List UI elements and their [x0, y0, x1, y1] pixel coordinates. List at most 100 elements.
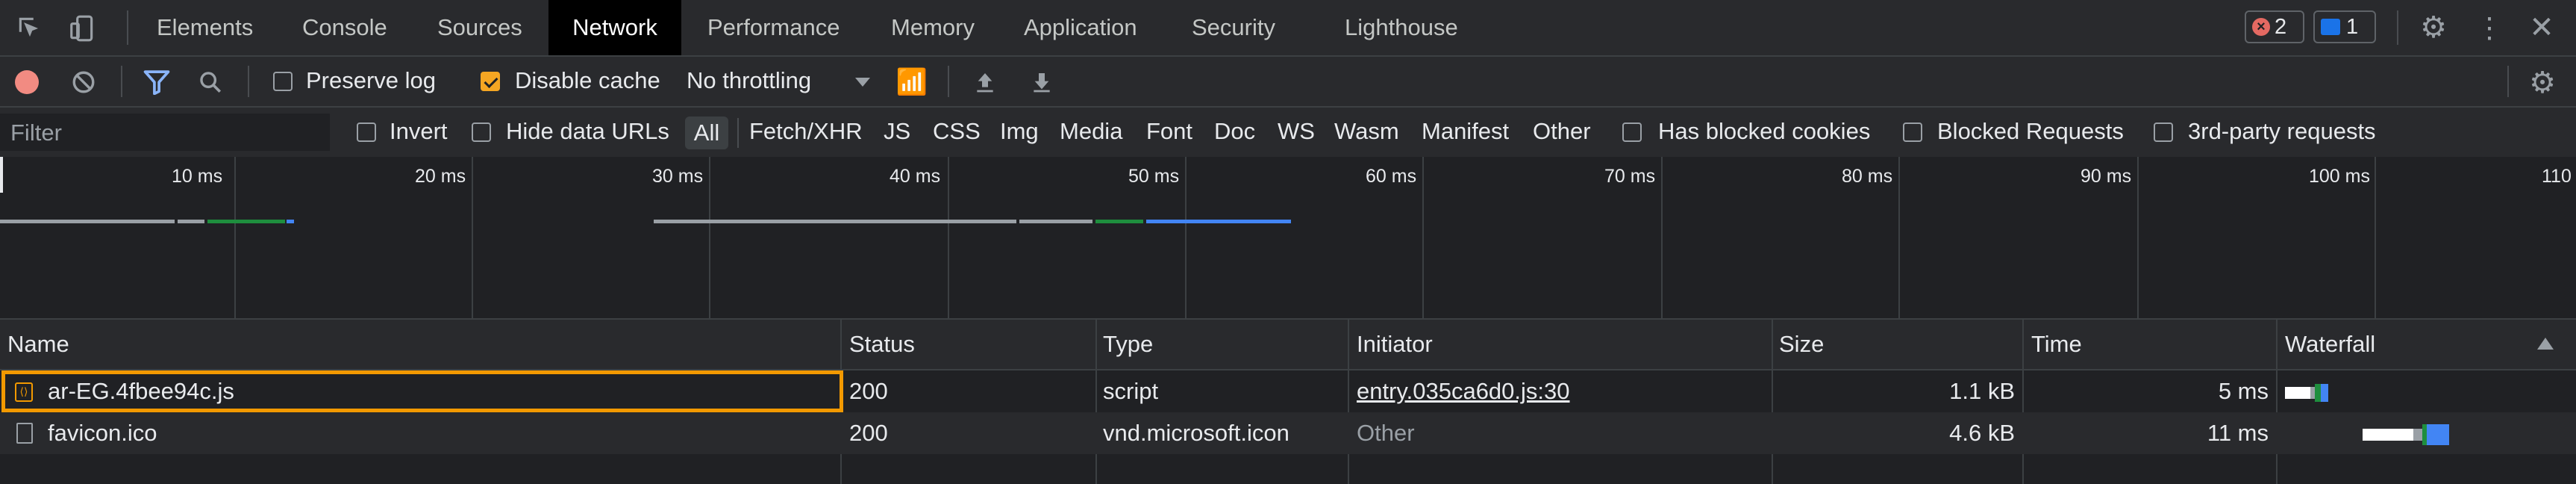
tab-performance[interactable]: Performance: [707, 0, 840, 55]
request-initiator: Other: [1357, 420, 1415, 446]
import-har-icon[interactable]: [970, 67, 1000, 97]
filter-bar: Filter Invert Hide data URLs All Fetch/X…: [0, 108, 2576, 157]
tab-console[interactable]: Console: [302, 0, 387, 55]
request-initiator-link[interactable]: entry.035ca6d0.js:30: [1357, 370, 1570, 412]
disable-cache-label: Disable cache: [515, 67, 660, 93]
has-blocked-cookies-checkbox[interactable]: [1622, 122, 1642, 142]
inspect-element-icon[interactable]: [13, 12, 46, 45]
waterfall-bar: [2321, 384, 2328, 402]
request-size: 4.6 kB: [1949, 420, 2015, 446]
preserve-log-checkbox[interactable]: [273, 72, 293, 91]
column-time[interactable]: Time: [2031, 320, 2082, 369]
overview-bar: [1146, 220, 1291, 223]
more-options-icon[interactable]: ⋮: [2475, 10, 2504, 45]
blocked-requests-label: Blocked Requests: [1937, 118, 2124, 144]
third-party-requests-checkbox[interactable]: [2154, 122, 2173, 142]
overview-tick: 100 ms: [2309, 166, 2370, 187]
devtools-tab-bar: Elements Console Sources Network Perform…: [0, 0, 2576, 55]
disable-cache-checkbox[interactable]: [481, 72, 500, 91]
preserve-log-label: Preserve log: [306, 67, 437, 93]
message-icon: [2321, 19, 2340, 35]
column-waterfall[interactable]: Waterfall: [2285, 320, 2375, 369]
column-status[interactable]: Status: [849, 320, 915, 369]
tab-lighthouse[interactable]: Lighthouse: [1345, 0, 1458, 55]
waterfall-bar: [2315, 384, 2321, 402]
hide-data-urls-checkbox[interactable]: [472, 122, 491, 142]
overview-bar: [0, 220, 175, 223]
overview-tick: 50 ms: [1128, 166, 1180, 187]
overview-bar: [1095, 220, 1143, 223]
request-size: 1.1 kB: [1949, 378, 2015, 404]
column-type[interactable]: Type: [1103, 320, 1153, 369]
overview-tick: 30 ms: [652, 166, 704, 187]
type-filter-media[interactable]: Media: [1060, 118, 1122, 145]
device-toolbar-icon[interactable]: [66, 12, 99, 45]
type-filter-fetch-xhr[interactable]: Fetch/XHR: [749, 118, 863, 145]
request-status: 200: [849, 420, 888, 446]
filter-icon[interactable]: [140, 67, 173, 97]
waterfall-bar: [2285, 387, 2310, 399]
overview-tick: 70 ms: [1604, 166, 1656, 187]
network-toolbar: Preserve log Disable cache No throttling…: [0, 57, 2576, 106]
request-type: script: [1103, 378, 1159, 404]
throttling-select[interactable]: No throttling: [687, 67, 811, 94]
export-har-icon[interactable]: [1027, 67, 1057, 97]
overview-bar: [178, 220, 204, 223]
sort-ascending-icon[interactable]: [2537, 338, 2554, 350]
column-initiator[interactable]: Initiator: [1357, 320, 1433, 369]
invert-checkbox[interactable]: [357, 122, 376, 142]
table-row[interactable]: ⟨⟩ ar-EG.4fbee94c.js 200 script entry.03…: [0, 370, 2576, 412]
tab-memory[interactable]: Memory: [891, 0, 975, 55]
network-settings-gear-icon[interactable]: ⚙: [2525, 66, 2560, 100]
message-count-badge[interactable]: 1: [2313, 10, 2376, 43]
overview-bar: [287, 220, 294, 223]
tab-security[interactable]: Security: [1192, 0, 1275, 55]
close-devtools-icon[interactable]: ✕: [2527, 10, 2557, 45]
tab-elements[interactable]: Elements: [157, 0, 253, 55]
type-filter-wasm[interactable]: Wasm: [1334, 118, 1399, 145]
tab-application[interactable]: Application: [1024, 0, 1137, 55]
error-count-badge[interactable]: × 2: [2245, 10, 2304, 43]
table-row[interactable]: favicon.ico 200 vnd.microsoft.icon Other…: [0, 412, 2576, 454]
type-filter-css[interactable]: CSS: [933, 118, 981, 145]
network-conditions-icon[interactable]: 📶: [894, 67, 930, 97]
request-time: 5 ms: [2218, 378, 2269, 404]
third-party-requests-label: 3rd-party requests: [2188, 118, 2376, 144]
clear-icon[interactable]: [69, 67, 99, 97]
blocked-requests-checkbox[interactable]: [1903, 122, 1922, 142]
overview-bar: [654, 220, 1016, 223]
type-filter-other[interactable]: Other: [1533, 118, 1591, 145]
request-type: vnd.microsoft.icon: [1103, 420, 1289, 446]
hide-data-urls-label: Hide data URLs: [506, 118, 669, 144]
request-status: 200: [849, 378, 888, 404]
script-file-icon: ⟨⟩: [15, 382, 33, 402]
type-filter-font[interactable]: Font: [1146, 118, 1192, 145]
settings-gear-icon[interactable]: ⚙: [2416, 10, 2451, 45]
waterfall-bar: [2413, 429, 2422, 441]
overview-tick: 20 ms: [415, 166, 466, 187]
request-name[interactable]: ar-EG.4fbee94c.js: [48, 370, 234, 412]
requests-table-header: Name Status Type Initiator Size Time Wat…: [0, 320, 2576, 369]
overview-bar: [1019, 220, 1092, 223]
type-filter-ws[interactable]: WS: [1278, 118, 1315, 145]
column-name[interactable]: Name: [7, 320, 69, 369]
chevron-down-icon[interactable]: [855, 78, 870, 87]
overview-tick: 90 ms: [2081, 166, 2132, 187]
filter-input[interactable]: Filter: [0, 114, 330, 151]
document-file-icon: [16, 423, 33, 444]
type-filter-img[interactable]: Img: [1000, 118, 1039, 145]
invert-label: Invert: [390, 118, 448, 144]
request-name[interactable]: favicon.ico: [48, 412, 157, 454]
type-filter-js[interactable]: JS: [884, 118, 910, 145]
type-filter-all[interactable]: All: [685, 117, 728, 149]
search-icon[interactable]: [196, 67, 225, 97]
network-overview[interactable]: 10 ms 20 ms 30 ms 40 ms 50 ms 60 ms 70 m…: [0, 157, 2576, 318]
waterfall-bar: [2427, 424, 2449, 445]
request-time: 11 ms: [2207, 420, 2269, 446]
type-filter-manifest[interactable]: Manifest: [1422, 118, 1509, 145]
type-filter-doc[interactable]: Doc: [1214, 118, 1255, 145]
record-button[interactable]: [15, 70, 39, 94]
tab-sources[interactable]: Sources: [437, 0, 522, 55]
column-size[interactable]: Size: [1779, 320, 1824, 369]
tab-network[interactable]: Network: [548, 0, 681, 55]
